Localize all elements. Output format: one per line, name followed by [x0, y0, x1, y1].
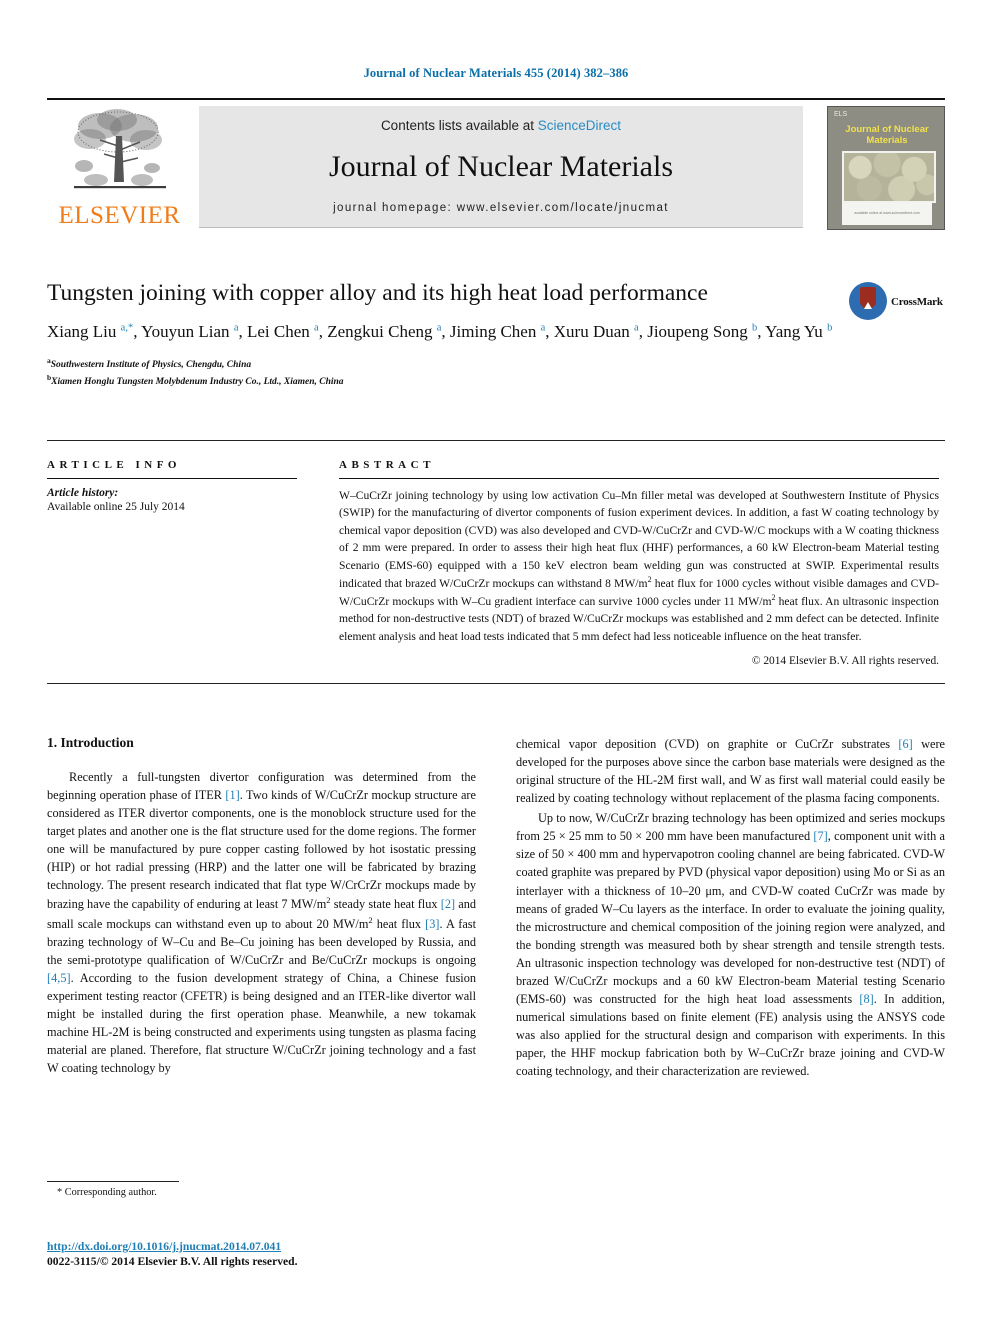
- crossmark-label: CrossMark: [891, 296, 943, 308]
- journal-cover-thumbnail: ELS Journal of Nuclear Materials availab…: [827, 106, 945, 230]
- article-history-label: Article history:: [47, 487, 119, 499]
- paragraph: Recently a full-tungsten divertor config…: [47, 770, 477, 1076]
- journal-homepage-link[interactable]: journal homepage: www.elsevier.com/locat…: [199, 202, 803, 214]
- body-column-left: 1. Introduction Recently a full-tungsten…: [47, 735, 476, 1082]
- section-heading-introduction: 1. Introduction: [47, 735, 134, 750]
- article-title-block: Tungsten joining with copper alloy and i…: [47, 280, 945, 390]
- running-head: Journal of Nuclear Materials 455 (2014) …: [363, 66, 629, 80]
- footnote-rule: [47, 1181, 179, 1182]
- abstract-copyright: © 2014 Elsevier B.V. All rights reserved…: [751, 655, 939, 668]
- elsevier-tree-icon: [73, 109, 166, 189]
- doi-link[interactable]: http://dx.doi.org/10.1016/j.jnucmat.2014…: [47, 1240, 547, 1253]
- article-info-rule: [47, 478, 297, 479]
- article-info-column: ARTICLE INFO Article history: Available …: [47, 459, 297, 667]
- body-column-right: chemical vapor deposition (CVD) on graph…: [516, 735, 945, 1082]
- page-footer: http://dx.doi.org/10.1016/j.jnucmat.2014…: [47, 1240, 547, 1268]
- abstract-text: W–CuCrZr joining technology by using low…: [339, 489, 939, 643]
- cover-footer-text: available online at www.sciencedirect.co…: [854, 211, 920, 215]
- body-columns: 1. Introduction Recently a full-tungsten…: [47, 735, 945, 1082]
- journal-title: Journal of Nuclear Materials: [328, 150, 674, 183]
- info-abstract-band: ARTICLE INFO Article history: Available …: [47, 440, 945, 685]
- article-history-value: Available online 25 July 2014: [47, 501, 185, 513]
- contents-list-line: Contents lists available at ScienceDirec…: [199, 118, 803, 133]
- paragraph: Up to now, W/CuCrZr brazing technology h…: [516, 811, 945, 1079]
- paragraph: chemical vapor deposition (CVD) on graph…: [516, 737, 945, 806]
- crossmark-circle-icon: [849, 282, 887, 320]
- cover-journal-title: Journal of Nuclear Materials: [845, 124, 929, 146]
- article-title: Tungsten joining with copper alloy and i…: [47, 280, 708, 306]
- corresponding-author-footnote: * Corresponding author.: [47, 1181, 476, 1198]
- affiliation-text-b: Xiamen Honglu Tungsten Molybdenum Indust…: [51, 376, 344, 387]
- elsevier-logo: ELSEVIER: [47, 106, 192, 232]
- abstract-heading: ABSTRACT: [339, 459, 435, 471]
- affiliation-text-a: Southwestern Institute of Physics, Cheng…: [50, 359, 252, 370]
- contents-prefix: Contents lists available at: [380, 118, 538, 133]
- cover-micrograph-image: [842, 151, 936, 203]
- article-page: Journal of Nuclear Materials 455 (2014) …: [0, 0, 992, 1323]
- author-list: Xiang Liu a,*, Youyun Lian a, Lei Chen a…: [47, 321, 833, 341]
- article-info-heading: ARTICLE INFO: [47, 459, 181, 471]
- crossmark-badge[interactable]: CrossMark: [849, 282, 945, 324]
- journal-masthead: ELSEVIER Contents lists available at Sci…: [47, 98, 945, 232]
- affiliation-list: aSouthwestern Institute of Physics, Chen…: [47, 356, 945, 390]
- abstract-rule: [339, 478, 939, 479]
- elsevier-wordmark: ELSEVIER: [58, 202, 181, 229]
- sciencedirect-link[interactable]: ScienceDirect: [538, 118, 621, 133]
- affiliation-b: bXiamen Honglu Tungsten Molybdenum Indus…: [47, 373, 945, 390]
- issn-copyright-line: 0022-3115/© 2014 Elsevier B.V. All right…: [47, 1255, 298, 1268]
- affiliation-a: aSouthwestern Institute of Physics, Chen…: [47, 356, 945, 373]
- masthead-banner: Contents lists available at ScienceDirec…: [199, 106, 803, 228]
- abstract-column: ABSTRACT W–CuCrZr joining technology by …: [339, 459, 939, 667]
- crossmark-notch-icon: [864, 302, 872, 309]
- footnote-text: * Corresponding author.: [57, 1187, 157, 1198]
